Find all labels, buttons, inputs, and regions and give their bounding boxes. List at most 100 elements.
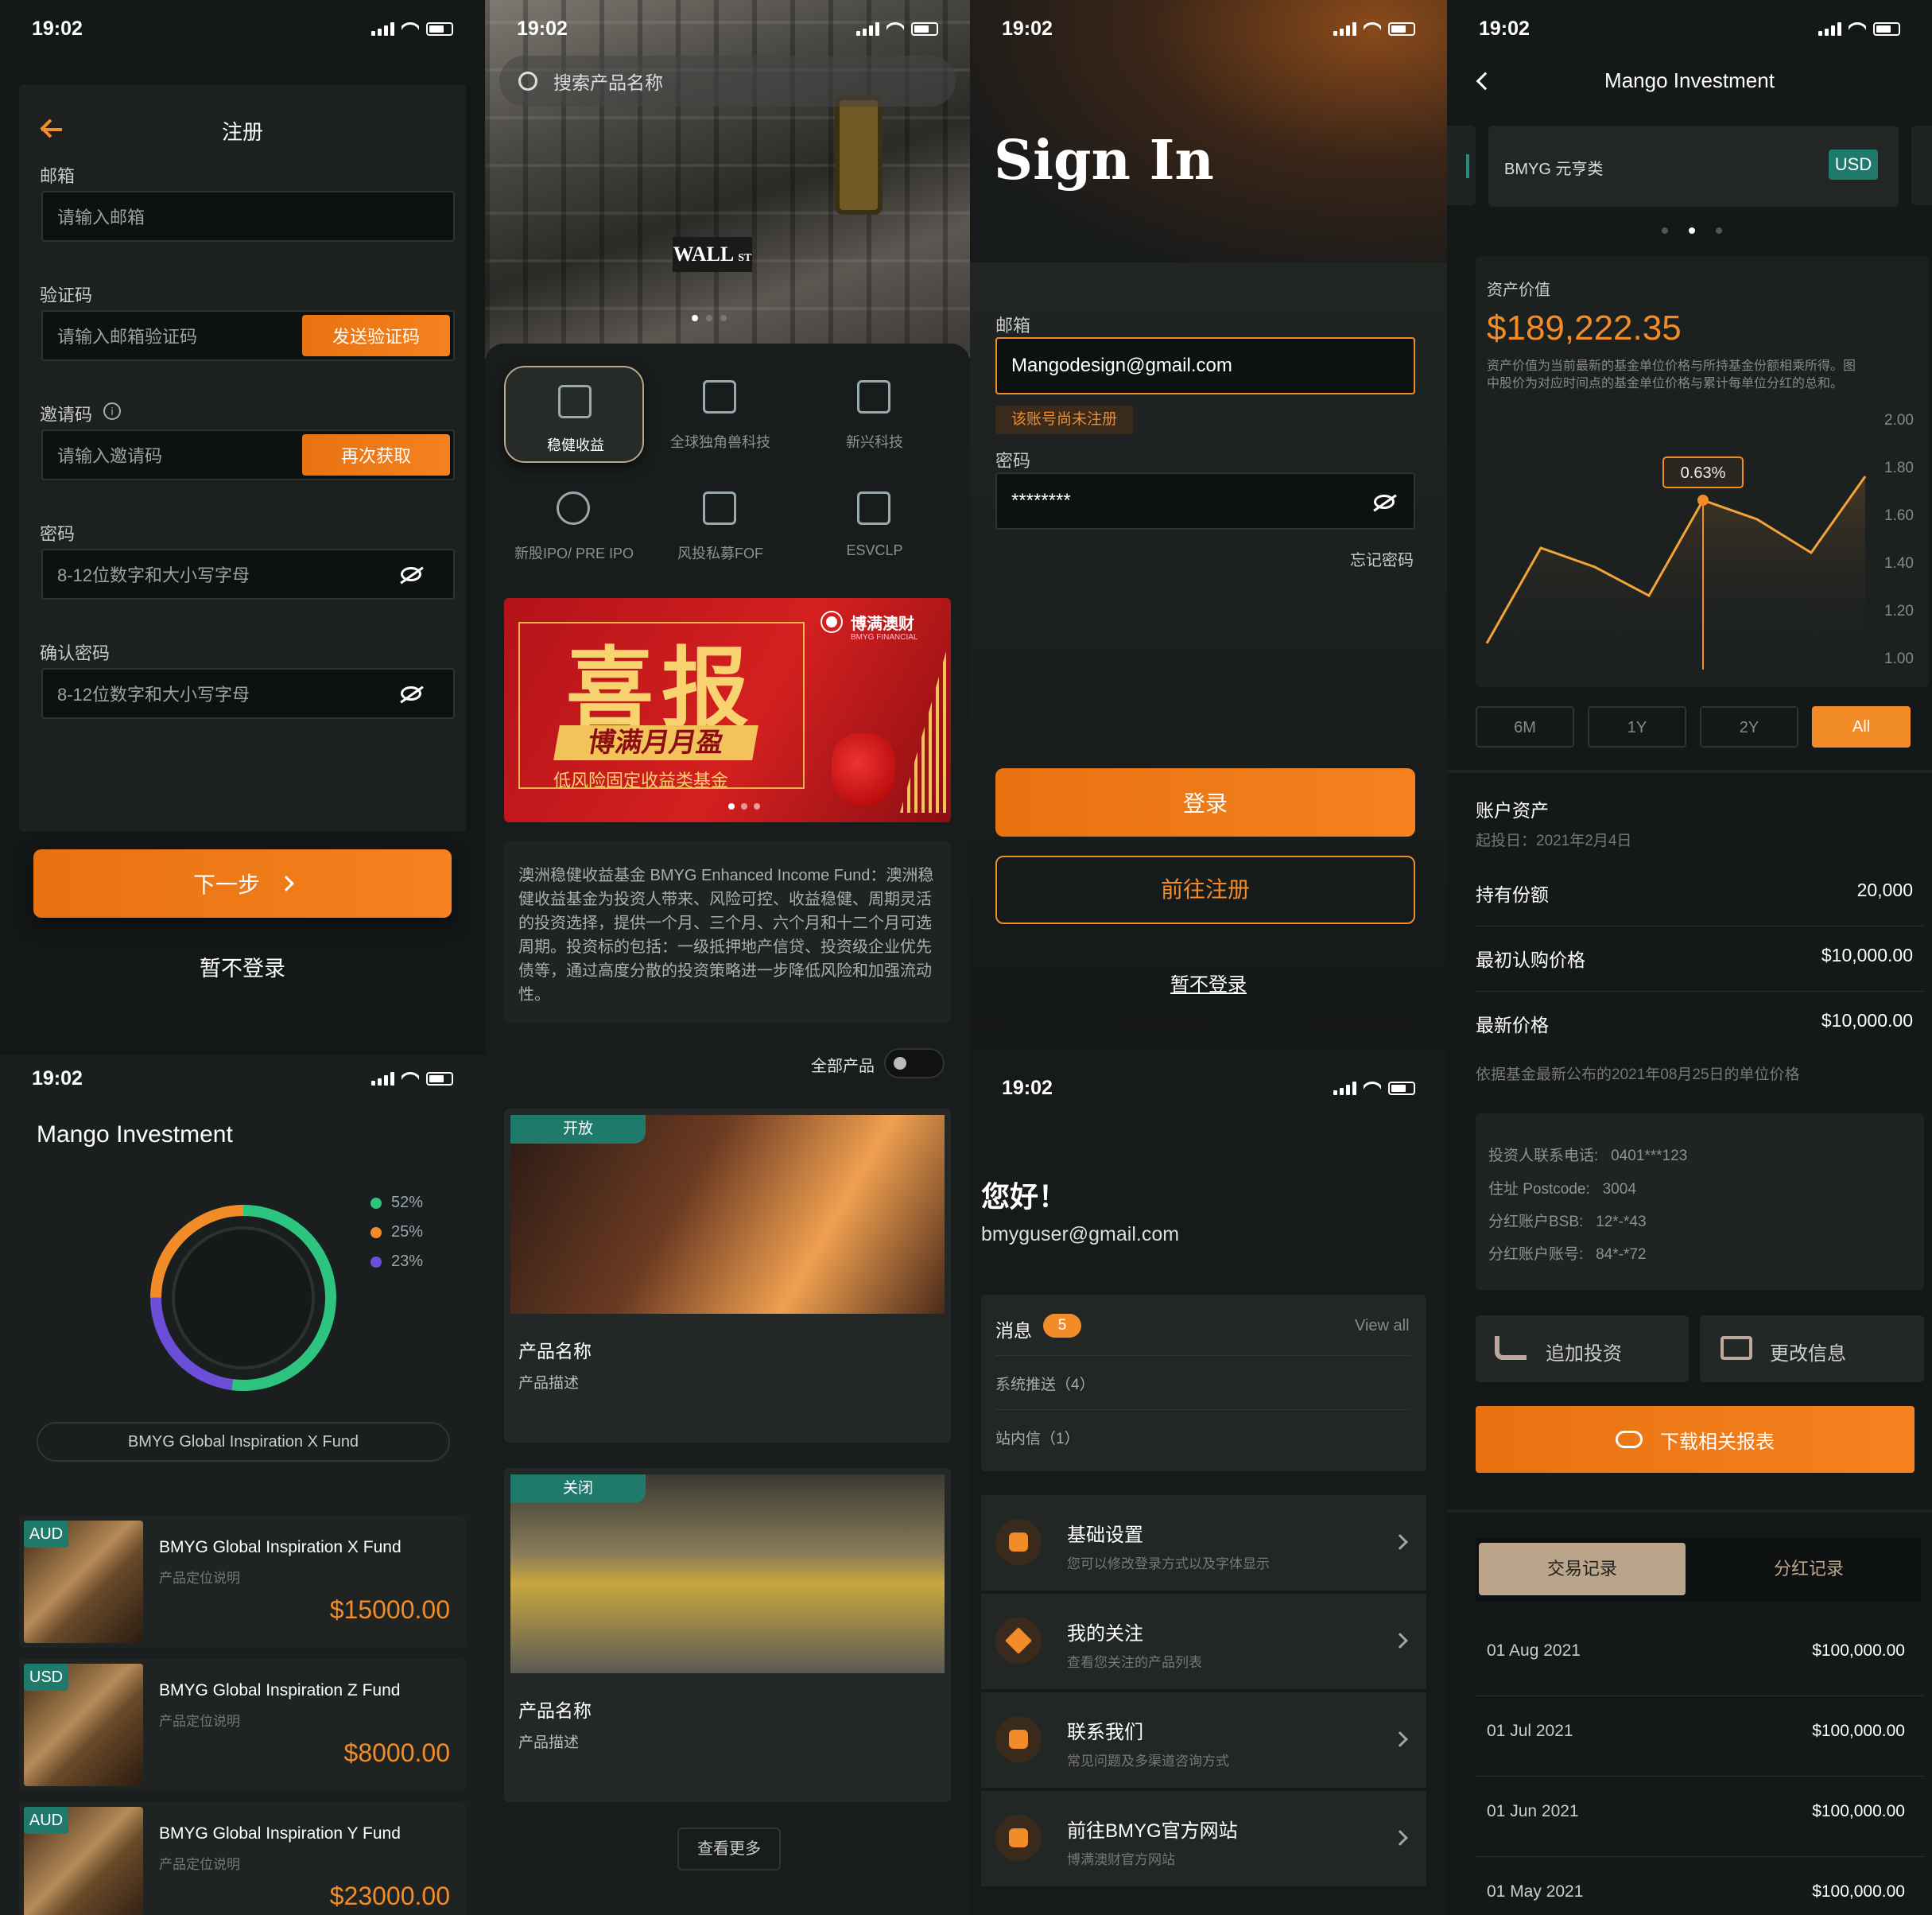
product-card[interactable]: 开放 产品名称 产品描述 xyxy=(504,1109,951,1443)
view-all-link[interactable]: View all xyxy=(1355,1317,1410,1335)
divider xyxy=(1476,991,1924,992)
fund-list-item[interactable]: AUD BMYG Global Inspiration Y Fund 产品定位说明 $… xyxy=(19,1802,466,1915)
record-amount: $100,000.00 xyxy=(1812,1802,1905,1820)
lock-icon xyxy=(995,1519,1042,1565)
fund-intro-card: 澳洲稳健收益基金 BMYG Enhanced Income Fund：澳洲稳健收… xyxy=(504,841,951,1023)
category-4[interactable]: 新股IPO/ PRE IPO xyxy=(504,477,644,574)
battery-icon xyxy=(426,1071,453,1086)
search-bar[interactable]: 搜索产品名称 xyxy=(499,56,956,107)
signal-icon xyxy=(371,1071,394,1086)
chevron-right-icon xyxy=(1392,1633,1408,1649)
status-badge: 开放 xyxy=(510,1115,646,1144)
fund-list-item[interactable]: AUD BMYG Global Inspiration X Fund 产品定位说明 $… xyxy=(19,1516,466,1648)
fund-description: 产品定位说明 xyxy=(159,1714,240,1729)
category-1[interactable]: 稳健收益 xyxy=(504,366,644,463)
wifi-icon xyxy=(402,22,419,35)
menu-item[interactable]: 联系我们 常见问题及多渠道咨询方式 xyxy=(981,1692,1426,1788)
go-register-button[interactable]: 前往注册 xyxy=(995,856,1415,924)
fund-name: BMYG 元亨类 xyxy=(1504,161,1604,178)
category-5[interactable]: 风投私募FOF xyxy=(650,477,790,574)
email-field[interactable]: 请输入邮箱 xyxy=(41,191,455,242)
confirm-field[interactable]: 8-12位数字和大小写字母 xyxy=(41,668,455,719)
next-label: 下一步 xyxy=(192,872,260,897)
edit-info-button[interactable]: 更改信息 xyxy=(1700,1315,1924,1382)
battery-icon xyxy=(426,21,453,36)
category-label: 新股IPO/ PRE IPO xyxy=(514,546,634,561)
signin-title: Sign In xyxy=(994,129,1214,192)
account-row-label: 最初认购价格 xyxy=(1476,950,1585,970)
icon-glyph xyxy=(1005,1627,1032,1654)
password-field[interactable]: 8-12位数字和大小写字母 xyxy=(41,549,455,600)
brand-name-en: BMYG FINANCIAL xyxy=(851,633,918,642)
unicorn-icon xyxy=(703,380,736,414)
category-label: 风投私募FOF xyxy=(677,546,763,561)
menu-item[interactable]: 前往BMYG官方网站 博满澳财官方网站 xyxy=(981,1791,1426,1886)
promo-banner[interactable]: 喜报 博满月月盈 低风险固定收益类基金 博满澳财 BMYG FINANCIAL xyxy=(504,598,951,822)
range-tab-1y[interactable]: 1Y xyxy=(1588,706,1686,748)
email-field[interactable]: Mangodesign@gmail.com xyxy=(995,337,1415,394)
category-2[interactable]: 全球独角兽科技 xyxy=(650,366,790,463)
range-tab-all[interactable]: All xyxy=(1812,706,1911,748)
trend-icon xyxy=(703,491,736,525)
signal-icon xyxy=(1333,1081,1356,1095)
next-button[interactable]: 下一步 xyxy=(33,849,452,918)
skip-login-link[interactable]: 暂不登录 xyxy=(970,969,1447,996)
view-more-button[interactable]: 查看更多 xyxy=(677,1828,781,1870)
hero-photo: WALL ST xyxy=(485,0,970,358)
send-code-button[interactable]: 发送验证码 xyxy=(302,315,450,356)
eye-off-icon[interactable] xyxy=(401,567,421,581)
email-label: 邮箱 xyxy=(995,316,1031,336)
status-bar: 19:02 xyxy=(970,5,1447,52)
menu-item[interactable]: 基础设置 您可以修改登录方式以及字体显示 xyxy=(981,1495,1426,1591)
product-card[interactable]: 关闭 产品名称 产品描述 xyxy=(504,1468,951,1802)
fund-intro-text: 澳洲稳健收益基金 BMYG Enhanced Income Fund：澳洲稳健收… xyxy=(518,867,934,1004)
password-field[interactable]: ******** xyxy=(995,472,1415,530)
invite-label: 邀请码 xyxy=(40,405,93,425)
account-row-label: 持有份额 xyxy=(1476,884,1549,905)
eye-off-icon[interactable] xyxy=(401,686,421,701)
product-description: 产品描述 xyxy=(518,1375,580,1392)
category-label: ESVCLP xyxy=(846,542,903,558)
status-time: 19:02 xyxy=(1479,17,1530,40)
price-note: 依据基金最新公布的2021年08月25日的单位价格 xyxy=(1476,1066,1800,1083)
eye-off-icon[interactable] xyxy=(1374,495,1395,509)
tab-dividend-records[interactable]: 分红记录 xyxy=(1700,1543,1918,1595)
info-icon[interactable]: i xyxy=(103,402,121,420)
currency-badge: AUD xyxy=(24,1521,68,1548)
battery-icon xyxy=(1388,1081,1415,1095)
icon-glyph xyxy=(1009,1532,1028,1552)
skip-login-link[interactable]: 暂不登录 xyxy=(0,951,485,982)
product-image xyxy=(510,1115,945,1314)
signin-screen: 19:02 Sign In 邮箱 Mangodesign@gmail.com 该… xyxy=(970,0,1447,1050)
account-row-value: $10,000.00 xyxy=(1821,1010,1913,1031)
message-item[interactable]: 系统推送（4） xyxy=(995,1373,1095,1394)
add-investment-button[interactable]: 追加投资 xyxy=(1476,1315,1689,1382)
legend-item: 52% xyxy=(370,1188,423,1218)
register-screen: 19:02 注册 邮箱 请输入邮箱 验证码 请输入邮箱验证码 发送验证码 邀请码… xyxy=(0,0,485,1050)
status-bar: 19:02 xyxy=(0,1055,485,1102)
menu-item[interactable]: 我的关注 查看您关注的产品列表 xyxy=(981,1594,1426,1689)
messages-card: 消息 5 View all 系统推送（4） 站内信（1） xyxy=(981,1295,1426,1471)
all-products-toggle[interactable] xyxy=(884,1048,945,1078)
range-tab-2y[interactable]: 2Y xyxy=(1700,706,1798,748)
account-row-label: 最新价格 xyxy=(1476,1015,1549,1035)
status-time: 19:02 xyxy=(517,17,568,40)
resend-button[interactable]: 再次获取 xyxy=(302,434,450,476)
forgot-password-link[interactable]: 忘记密码 xyxy=(1350,547,1414,570)
fund-card[interactable]: BMYG 元亨类 USD xyxy=(1488,126,1899,207)
login-button[interactable]: 登录 xyxy=(995,768,1415,837)
range-tab-6m[interactable]: 6M xyxy=(1476,706,1574,748)
category-6[interactable]: ESVCLP xyxy=(805,477,945,574)
category-label: 全球独角兽科技 xyxy=(670,434,770,450)
category-3[interactable]: 新兴科技 xyxy=(805,366,945,463)
fund-name: BMYG Global Inspiration X Fund xyxy=(159,1538,402,1556)
tab-trade-records[interactable]: 交易记录 xyxy=(1479,1543,1686,1595)
signal-icon xyxy=(1818,21,1841,36)
fund-selector-chip[interactable]: BMYG Global Inspiration X Fund xyxy=(37,1422,450,1462)
download-report-button[interactable]: 下载相关报表 xyxy=(1476,1406,1915,1473)
info-line: 分红账户账号: 84*-*72 xyxy=(1488,1246,1647,1263)
highlight-point[interactable] xyxy=(1697,495,1709,506)
message-item[interactable]: 站内信（1） xyxy=(995,1427,1080,1448)
account-row-value: 20,000 xyxy=(1856,880,1913,900)
fund-list-item[interactable]: USD BMYG Global Inspiration Z Fund 产品定位说明 $… xyxy=(19,1659,466,1791)
